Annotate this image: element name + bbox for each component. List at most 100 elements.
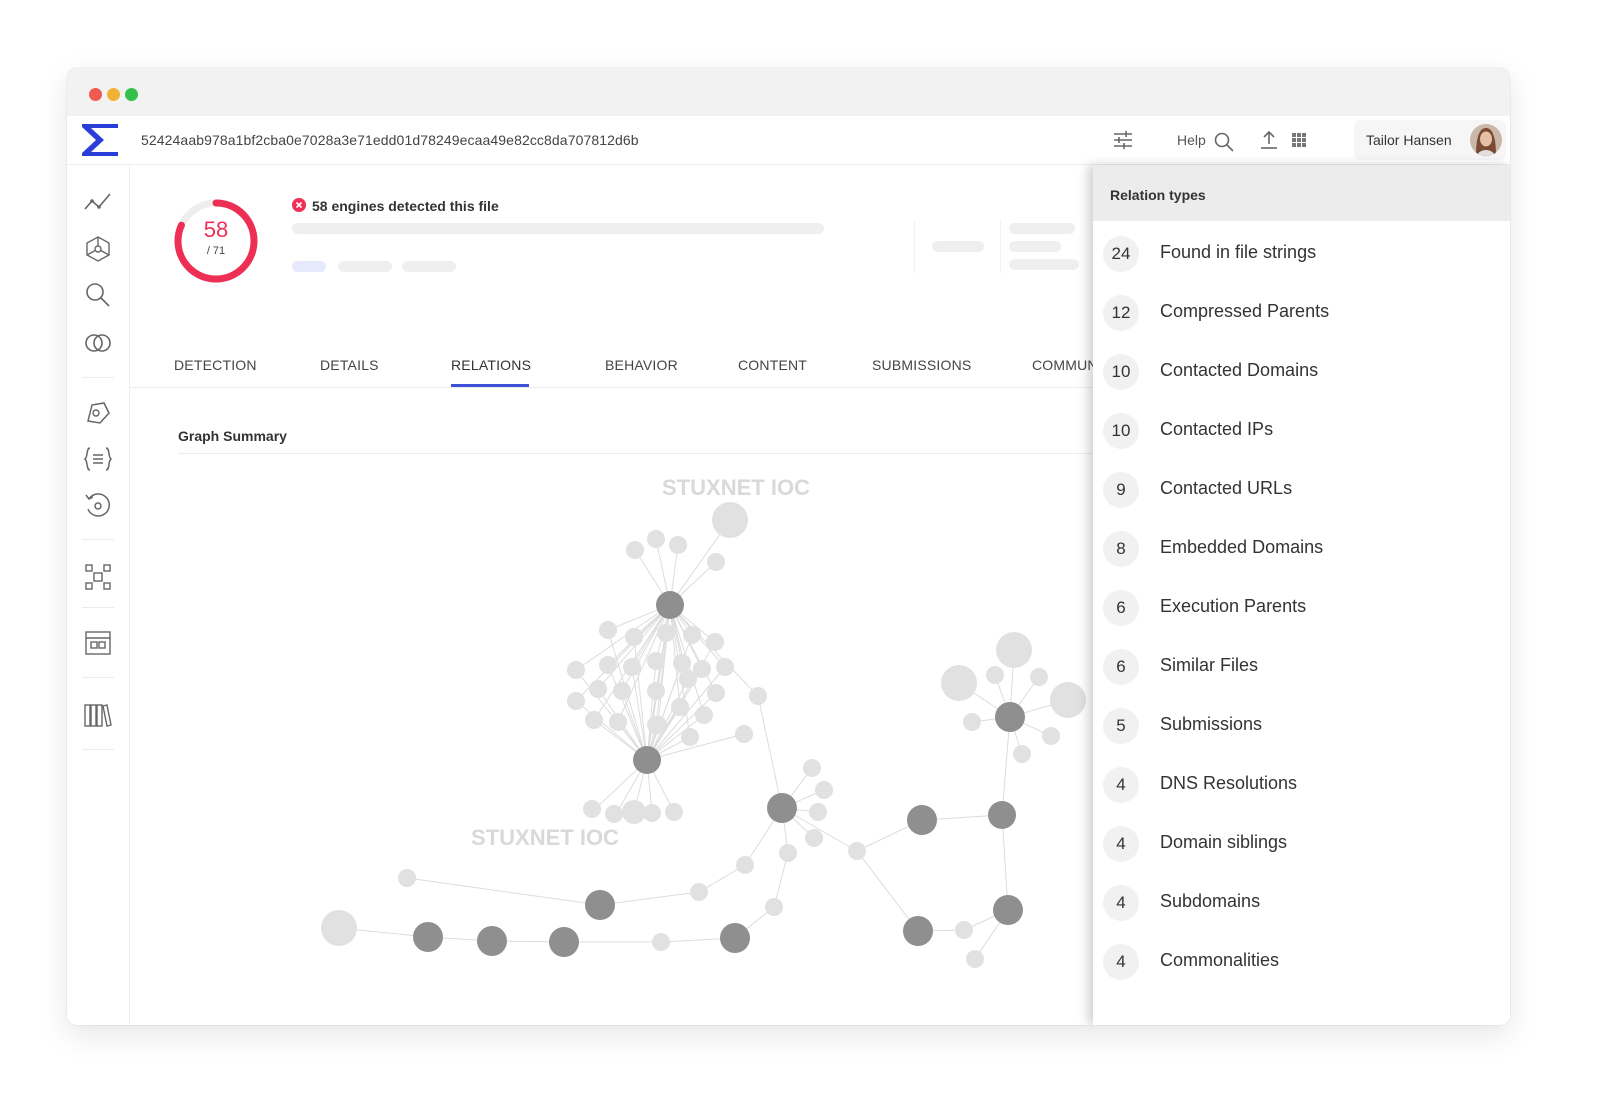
graph-node[interactable] xyxy=(848,842,866,860)
collections-icon[interactable] xyxy=(82,561,114,593)
apps-grid-icon[interactable] xyxy=(1287,128,1311,152)
graph-node[interactable] xyxy=(649,716,667,734)
graph-node[interactable] xyxy=(477,926,507,956)
graph-node[interactable] xyxy=(903,916,933,946)
graph-node[interactable] xyxy=(613,682,631,700)
graph-node[interactable] xyxy=(735,725,753,743)
graph-node[interactable] xyxy=(681,728,699,746)
retrohunt-icon[interactable] xyxy=(82,489,114,521)
tab-community[interactable]: COMMUN xyxy=(1032,357,1098,373)
graph-node[interactable] xyxy=(673,654,691,672)
graph-node[interactable] xyxy=(767,793,797,823)
relation-item[interactable]: 4 Subdomains xyxy=(1093,877,1510,927)
tab-submissions[interactable]: SUBMISSIONS xyxy=(872,357,971,373)
upload-icon[interactable] xyxy=(1257,128,1281,152)
graph-node[interactable] xyxy=(720,923,750,953)
graph-node[interactable] xyxy=(963,713,981,731)
graph-node[interactable] xyxy=(623,658,641,676)
graph-node[interactable] xyxy=(941,665,977,701)
relation-item[interactable]: 8 Embedded Domains xyxy=(1093,523,1510,573)
graph-node[interactable] xyxy=(679,670,697,688)
graph-node[interactable] xyxy=(413,922,443,952)
graph-node[interactable] xyxy=(749,687,767,705)
graph-node[interactable] xyxy=(549,927,579,957)
graph-node[interactable] xyxy=(321,910,357,946)
graph-node[interactable] xyxy=(690,883,708,901)
library-books-icon[interactable] xyxy=(82,699,114,731)
graph-node[interactable] xyxy=(716,658,734,676)
tab-relations[interactable]: RELATIONS xyxy=(451,357,531,373)
relation-item[interactable]: 5 Submissions xyxy=(1093,700,1510,750)
relation-item[interactable]: 6 Similar Files xyxy=(1093,641,1510,691)
graph-node[interactable] xyxy=(609,713,627,731)
graph-node[interactable] xyxy=(765,898,783,916)
diff-icon[interactable] xyxy=(82,627,114,659)
user-menu[interactable]: Tailor Hansen xyxy=(1354,120,1506,160)
graph-node[interactable] xyxy=(809,803,827,821)
graph-node[interactable] xyxy=(398,869,416,887)
graph-node[interactable] xyxy=(633,746,661,774)
graph-node[interactable] xyxy=(1013,745,1031,763)
relation-item[interactable]: 6 Execution Parents xyxy=(1093,582,1510,632)
relation-item[interactable]: 9 Contacted URLs xyxy=(1093,464,1510,514)
rules-braces-icon[interactable] xyxy=(82,443,114,475)
graph-node[interactable] xyxy=(1050,682,1086,718)
graph-node[interactable] xyxy=(585,890,615,920)
graph-node[interactable] xyxy=(695,706,713,724)
tab-behavior[interactable]: BEHAVIOR xyxy=(605,357,678,373)
graph-node[interactable] xyxy=(625,628,643,646)
graph-node[interactable] xyxy=(652,933,670,951)
help-link[interactable]: Help xyxy=(1177,132,1206,148)
relation-item[interactable]: 12 Compressed Parents xyxy=(1093,287,1510,337)
graph-node[interactable] xyxy=(585,711,603,729)
minimize-window-button[interactable] xyxy=(107,88,120,101)
graph-node[interactable] xyxy=(993,895,1023,925)
graph-node[interactable] xyxy=(647,682,665,700)
graph-node[interactable] xyxy=(986,666,1004,684)
graph-node[interactable] xyxy=(567,661,585,679)
avatar[interactable] xyxy=(1470,124,1502,156)
graph-node[interactable] xyxy=(955,921,973,939)
sigma-logo-icon[interactable] xyxy=(79,120,121,160)
graph-node[interactable] xyxy=(669,536,687,554)
filter-sliders-icon[interactable] xyxy=(1111,128,1135,152)
graph-node[interactable] xyxy=(805,829,823,847)
graph-node[interactable] xyxy=(567,692,585,710)
graph-node[interactable] xyxy=(736,856,754,874)
graph-node[interactable] xyxy=(671,698,689,716)
graph-node[interactable] xyxy=(966,950,984,968)
graph-node[interactable] xyxy=(1042,727,1060,745)
tab-detection[interactable]: DETECTION xyxy=(174,357,257,373)
search-icon[interactable] xyxy=(1212,130,1236,154)
relations-graph[interactable]: STUXNET IOC STUXNET IOC xyxy=(130,455,1130,1025)
tab-details[interactable]: DETAILS xyxy=(320,357,379,373)
trend-chart-icon[interactable] xyxy=(82,187,114,219)
graph-node[interactable] xyxy=(656,591,684,619)
relation-item[interactable]: 24 Found in file strings xyxy=(1093,228,1510,278)
relation-item[interactable]: 10 Contacted Domains xyxy=(1093,346,1510,396)
relation-item[interactable]: 4 Domain siblings xyxy=(1093,818,1510,868)
graph-node[interactable] xyxy=(779,844,797,862)
graph-node[interactable] xyxy=(583,800,601,818)
network-graph-icon[interactable] xyxy=(82,233,114,265)
graph-node[interactable] xyxy=(815,781,833,799)
graph-node[interactable] xyxy=(683,626,701,644)
tab-content[interactable]: CONTENT xyxy=(738,357,807,373)
graph-node[interactable] xyxy=(626,541,644,559)
graph-node[interactable] xyxy=(707,553,725,571)
graph-node[interactable] xyxy=(1030,668,1048,686)
close-window-button[interactable] xyxy=(89,88,102,101)
graph-node[interactable] xyxy=(589,680,607,698)
graph-node[interactable] xyxy=(803,759,821,777)
graph-node[interactable] xyxy=(622,800,646,824)
graph-node[interactable] xyxy=(647,652,665,670)
maximize-window-button[interactable] xyxy=(125,88,138,101)
graph-node[interactable] xyxy=(599,621,617,639)
hunting-icon[interactable] xyxy=(82,397,114,429)
relation-item[interactable]: 4 Commonalities xyxy=(1093,936,1510,986)
graph-node[interactable] xyxy=(605,805,623,823)
compare-circles-icon[interactable] xyxy=(82,327,114,359)
graph-node[interactable] xyxy=(995,702,1025,732)
graph-node[interactable] xyxy=(647,530,665,548)
relation-item[interactable]: 4 DNS Resolutions xyxy=(1093,759,1510,809)
